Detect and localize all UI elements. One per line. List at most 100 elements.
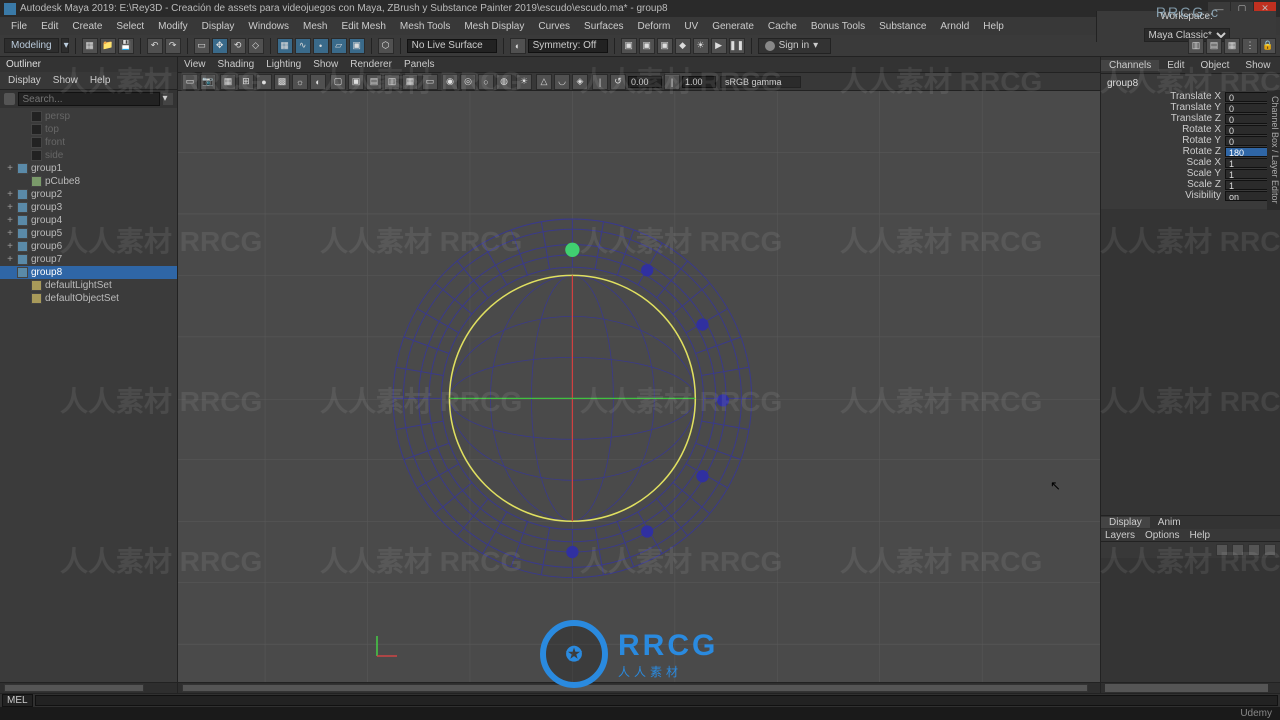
outliner-menu-show[interactable]: Show: [49, 74, 82, 87]
vp-clip-near-icon[interactable]: |: [592, 74, 608, 90]
layer-up-icon[interactable]: [1248, 544, 1260, 556]
save-scene-icon[interactable]: 💾: [118, 38, 134, 54]
viewport-scroll-h[interactable]: [178, 682, 1100, 693]
expand-icon[interactable]: +: [6, 202, 14, 213]
outliner-item-group7[interactable]: +group7: [0, 253, 177, 266]
command-input[interactable]: [35, 695, 1278, 706]
vp-gate-icon[interactable]: ▭: [422, 74, 438, 90]
attr-value[interactable]: 0: [1225, 136, 1273, 146]
attr-value[interactable]: 1: [1225, 180, 1273, 190]
symmetry-field[interactable]: Symmetry: Off: [528, 39, 608, 53]
vp-shaded-icon[interactable]: ●: [256, 74, 272, 90]
menu-mesh-tools[interactable]: Mesh Tools: [393, 21, 457, 32]
panel-a-icon[interactable]: ▥: [1188, 38, 1204, 54]
attr-value[interactable]: 0: [1225, 103, 1273, 113]
outliner-menu-help[interactable]: Help: [86, 74, 115, 87]
outliner-item-group8[interactable]: group8: [0, 266, 177, 279]
vp-menu-panels[interactable]: Panels: [404, 59, 435, 70]
render-icon[interactable]: ▣: [621, 38, 637, 54]
attr-value[interactable]: 0: [1225, 114, 1273, 124]
expand-icon[interactable]: +: [6, 163, 14, 174]
outliner-item-top[interactable]: top: [0, 123, 177, 136]
vp-grid-icon[interactable]: ▦: [220, 74, 236, 90]
script-lang-button[interactable]: MEL: [2, 694, 33, 707]
expand-icon[interactable]: +: [6, 189, 14, 200]
vp-menu-show[interactable]: Show: [313, 59, 338, 70]
select-tool-icon[interactable]: ▭: [194, 38, 210, 54]
vp-xray4-icon[interactable]: ▦: [402, 74, 418, 90]
mode-dropdown[interactable]: Modeling: [4, 38, 59, 53]
hypershade-icon[interactable]: ◆: [675, 38, 691, 54]
redo-icon[interactable]: ↷: [165, 38, 181, 54]
outliner-item-group4[interactable]: +group4: [0, 214, 177, 227]
magnet-icon[interactable]: ⬡: [378, 38, 394, 54]
layer-new-icon[interactable]: [1216, 544, 1228, 556]
menu-generate[interactable]: Generate: [705, 21, 761, 32]
menu-deform[interactable]: Deform: [631, 21, 678, 32]
vp-subdiv-icon[interactable]: ◈: [572, 74, 588, 90]
menu-bonus-tools[interactable]: Bonus Tools: [804, 21, 872, 32]
menu-modify[interactable]: Modify: [151, 21, 194, 32]
layer-menu-layers[interactable]: Layers: [1105, 530, 1135, 541]
expand-icon[interactable]: +: [6, 228, 14, 239]
pause-icon[interactable]: ❚❚: [729, 38, 745, 54]
vp-nurbs-icon[interactable]: ◡: [554, 74, 570, 90]
vp-xray3-icon[interactable]: ▥: [384, 74, 400, 90]
layer-down-icon[interactable]: [1264, 544, 1276, 556]
search-options-icon[interactable]: ▾: [163, 93, 174, 105]
signin-button[interactable]: Sign in ▾: [758, 38, 832, 54]
move-tool-icon[interactable]: ✥: [212, 38, 228, 54]
light-icon[interactable]: ☀: [693, 38, 709, 54]
snap-point-icon[interactable]: •: [313, 38, 329, 54]
expand-icon[interactable]: +: [6, 254, 14, 265]
vp-shadow-icon[interactable]: ◐: [310, 74, 326, 90]
outliner-item-group2[interactable]: +group2: [0, 188, 177, 201]
vp-ao-icon[interactable]: ◍: [496, 74, 512, 90]
panel-b-icon[interactable]: ▤: [1206, 38, 1222, 54]
vp-dof-icon[interactable]: ○: [478, 74, 494, 90]
right-scroll-h[interactable]: [1101, 682, 1280, 693]
live-surface-field[interactable]: No Live Surface: [407, 39, 497, 53]
vp-xray-icon[interactable]: ▣: [348, 74, 364, 90]
vp-xray2-icon[interactable]: ▤: [366, 74, 382, 90]
menu-surfaces[interactable]: Surfaces: [577, 21, 630, 32]
vp-menu-lighting[interactable]: Lighting: [266, 59, 301, 70]
far-clip-input[interactable]: [682, 76, 716, 88]
layer-list[interactable]: [1101, 558, 1280, 682]
snap-view-icon[interactable]: ▣: [349, 38, 365, 54]
vp-iso-icon[interactable]: ▢: [330, 74, 346, 90]
menu-help[interactable]: Help: [976, 21, 1011, 32]
menu-edit-mesh[interactable]: Edit Mesh: [334, 21, 392, 32]
scale-tool-icon[interactable]: ◇: [248, 38, 264, 54]
outliner-item-group3[interactable]: +group3: [0, 201, 177, 214]
vp-menu-view[interactable]: View: [184, 59, 206, 70]
channel-tab-channels[interactable]: Channels: [1101, 60, 1159, 71]
outliner-scroll-h[interactable]: [0, 682, 177, 693]
playblast-icon[interactable]: ▶: [711, 38, 727, 54]
new-scene-icon[interactable]: ▦: [82, 38, 98, 54]
outliner-search-input[interactable]: [18, 92, 160, 106]
layer-tab-anim[interactable]: Anim: [1150, 517, 1189, 528]
toggle-a-icon[interactable]: ◐: [510, 38, 526, 54]
snap-curve-icon[interactable]: ∿: [295, 38, 311, 54]
vp-motion-icon[interactable]: ◎: [460, 74, 476, 90]
vp-aa-icon[interactable]: ◉: [442, 74, 458, 90]
panel-d-icon[interactable]: ⋮: [1242, 38, 1258, 54]
ipr-icon[interactable]: ▣: [639, 38, 655, 54]
vp-poly-icon[interactable]: △: [536, 74, 552, 90]
layer-menu-help[interactable]: Help: [1189, 530, 1210, 541]
outliner-tree[interactable]: persptopfrontside+group1pCube8+group2+gr…: [0, 108, 177, 682]
vp-menu-shading[interactable]: Shading: [218, 59, 255, 70]
layer-add-icon[interactable]: [1232, 544, 1244, 556]
viewport[interactable]: ↖: [178, 91, 1100, 682]
menu-mesh-display[interactable]: Mesh Display: [457, 21, 531, 32]
menu-cache[interactable]: Cache: [761, 21, 804, 32]
channel-tab-object[interactable]: Object: [1193, 60, 1238, 71]
vp-light-icon[interactable]: ☼: [292, 74, 308, 90]
layer-tab-display[interactable]: Display: [1101, 517, 1150, 528]
render-settings-icon[interactable]: ▣: [657, 38, 673, 54]
channel-tab-show[interactable]: Show: [1237, 60, 1278, 71]
menu-display[interactable]: Display: [195, 21, 242, 32]
menu-file[interactable]: File: [4, 21, 34, 32]
outliner-item-front[interactable]: front: [0, 136, 177, 149]
